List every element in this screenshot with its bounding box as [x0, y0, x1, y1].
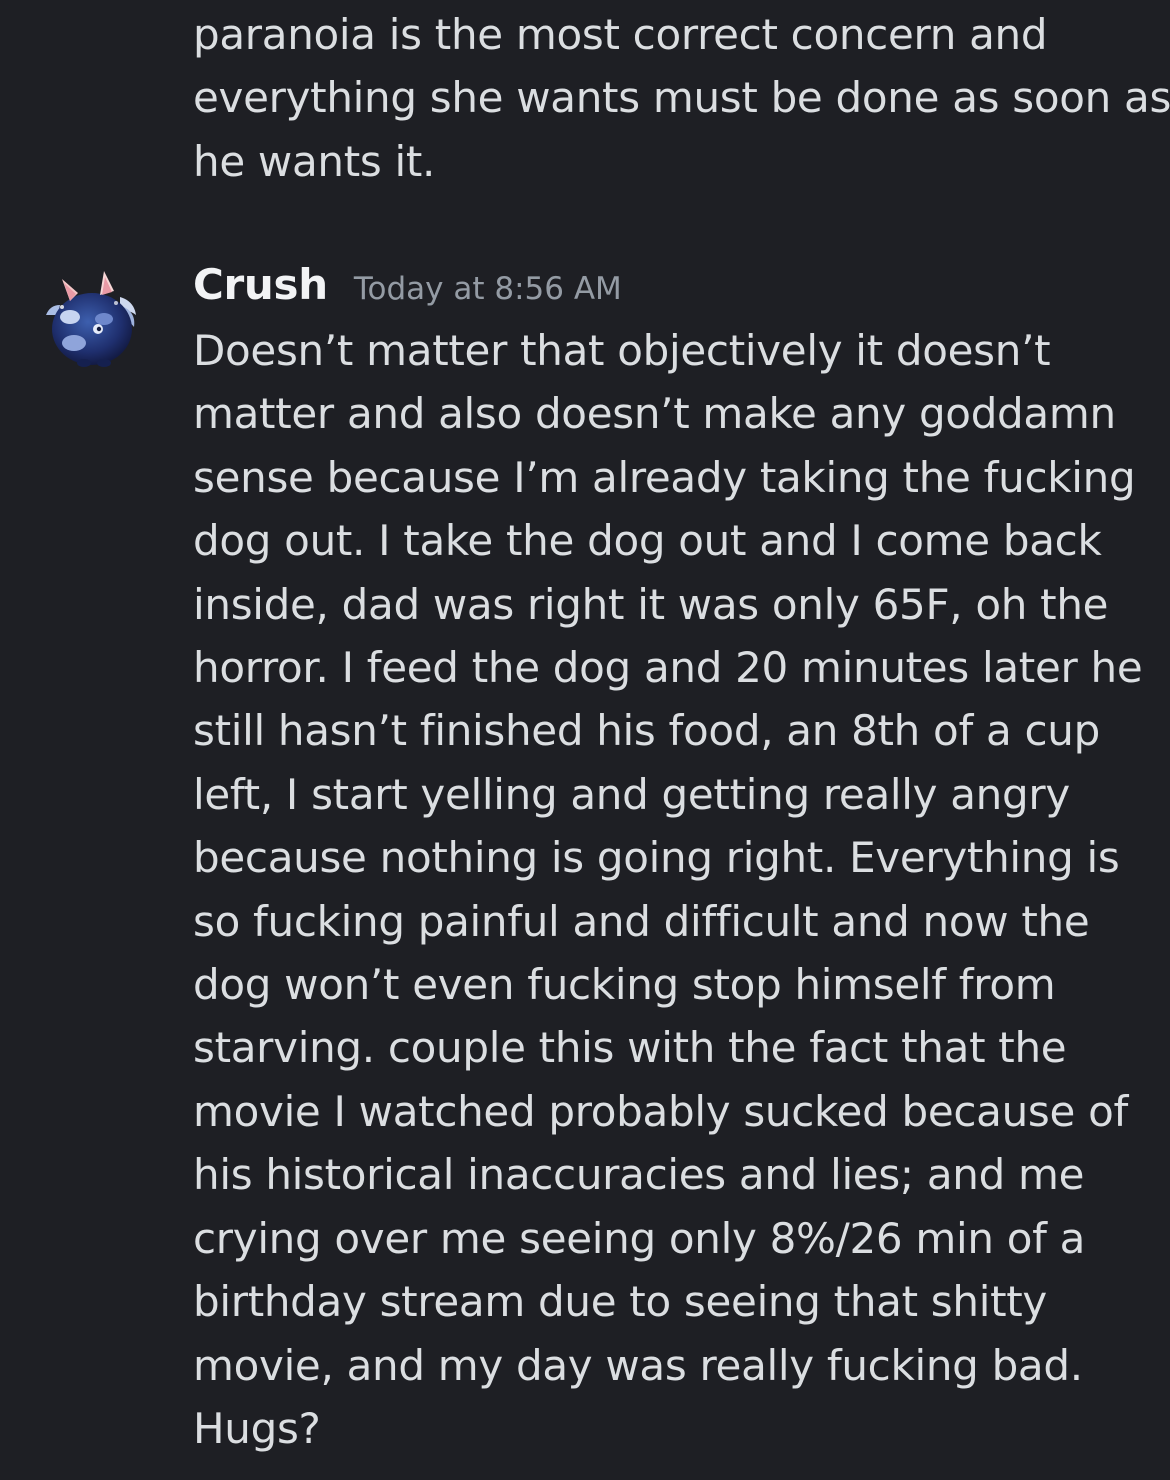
message-line: sense because I’m already taking the fuc… — [193, 452, 1136, 502]
previous-message-content[interactable]: paranoia is the most correct concern and… — [193, 3, 1170, 193]
message-line: left, I start yelling and getting really… — [193, 769, 1070, 819]
message-line: because nothing is going right. Everythi… — [193, 833, 1120, 883]
chat-messages: paranoia is the most correct concern and… — [0, 0, 1170, 1480]
message-line: Doesn’t matter that objectively it doesn… — [193, 326, 1051, 375]
message-line: dog out. I take the dog out and I come b… — [193, 516, 1102, 566]
message-line: crying over me seeing only 8%/26 min of … — [193, 1213, 1086, 1263]
timestamp[interactable]: Today at 8:56 AM — [354, 271, 622, 307]
message-line: birthday stream due to seeing that shitt… — [193, 1277, 1047, 1327]
message-line: paranoia is the most correct concern and — [193, 10, 1048, 59]
message-line: dog won’t even fucking stop himself from — [193, 960, 1056, 1010]
message-line: his historical inaccuracies and lies; an… — [193, 1150, 1085, 1200]
message-content: Doesn’t matter that objectively it doesn… — [193, 319, 1153, 1460]
avatar[interactable] — [40, 267, 146, 373]
message-line: so fucking painful and difficult and now… — [193, 896, 1090, 946]
message-line: still hasn’t finished his food, an 8th o… — [193, 706, 1100, 756]
blue-creature-avatar-icon — [46, 271, 136, 367]
message-line: movie, and my day was really fucking bad… — [193, 1340, 1083, 1390]
message-line: inside, dad was right it was only 65F, o… — [193, 579, 1109, 629]
message-header: Crush Today at 8:56 AM — [193, 260, 622, 309]
message-line: he wants it. — [193, 136, 436, 186]
message-line: starving. couple this with the fact that… — [193, 1023, 1067, 1073]
message-line: horror. I feed the dog and 20 minutes la… — [193, 643, 1143, 693]
message-line: matter and also doesn’t make any goddamn — [193, 389, 1116, 439]
message-line: movie I watched probably sucked because … — [193, 1086, 1128, 1136]
username[interactable]: Crush — [193, 260, 328, 309]
message-line: everything she wants must be done as soo… — [193, 73, 1170, 123]
message-line: Hugs? — [193, 1403, 321, 1453]
